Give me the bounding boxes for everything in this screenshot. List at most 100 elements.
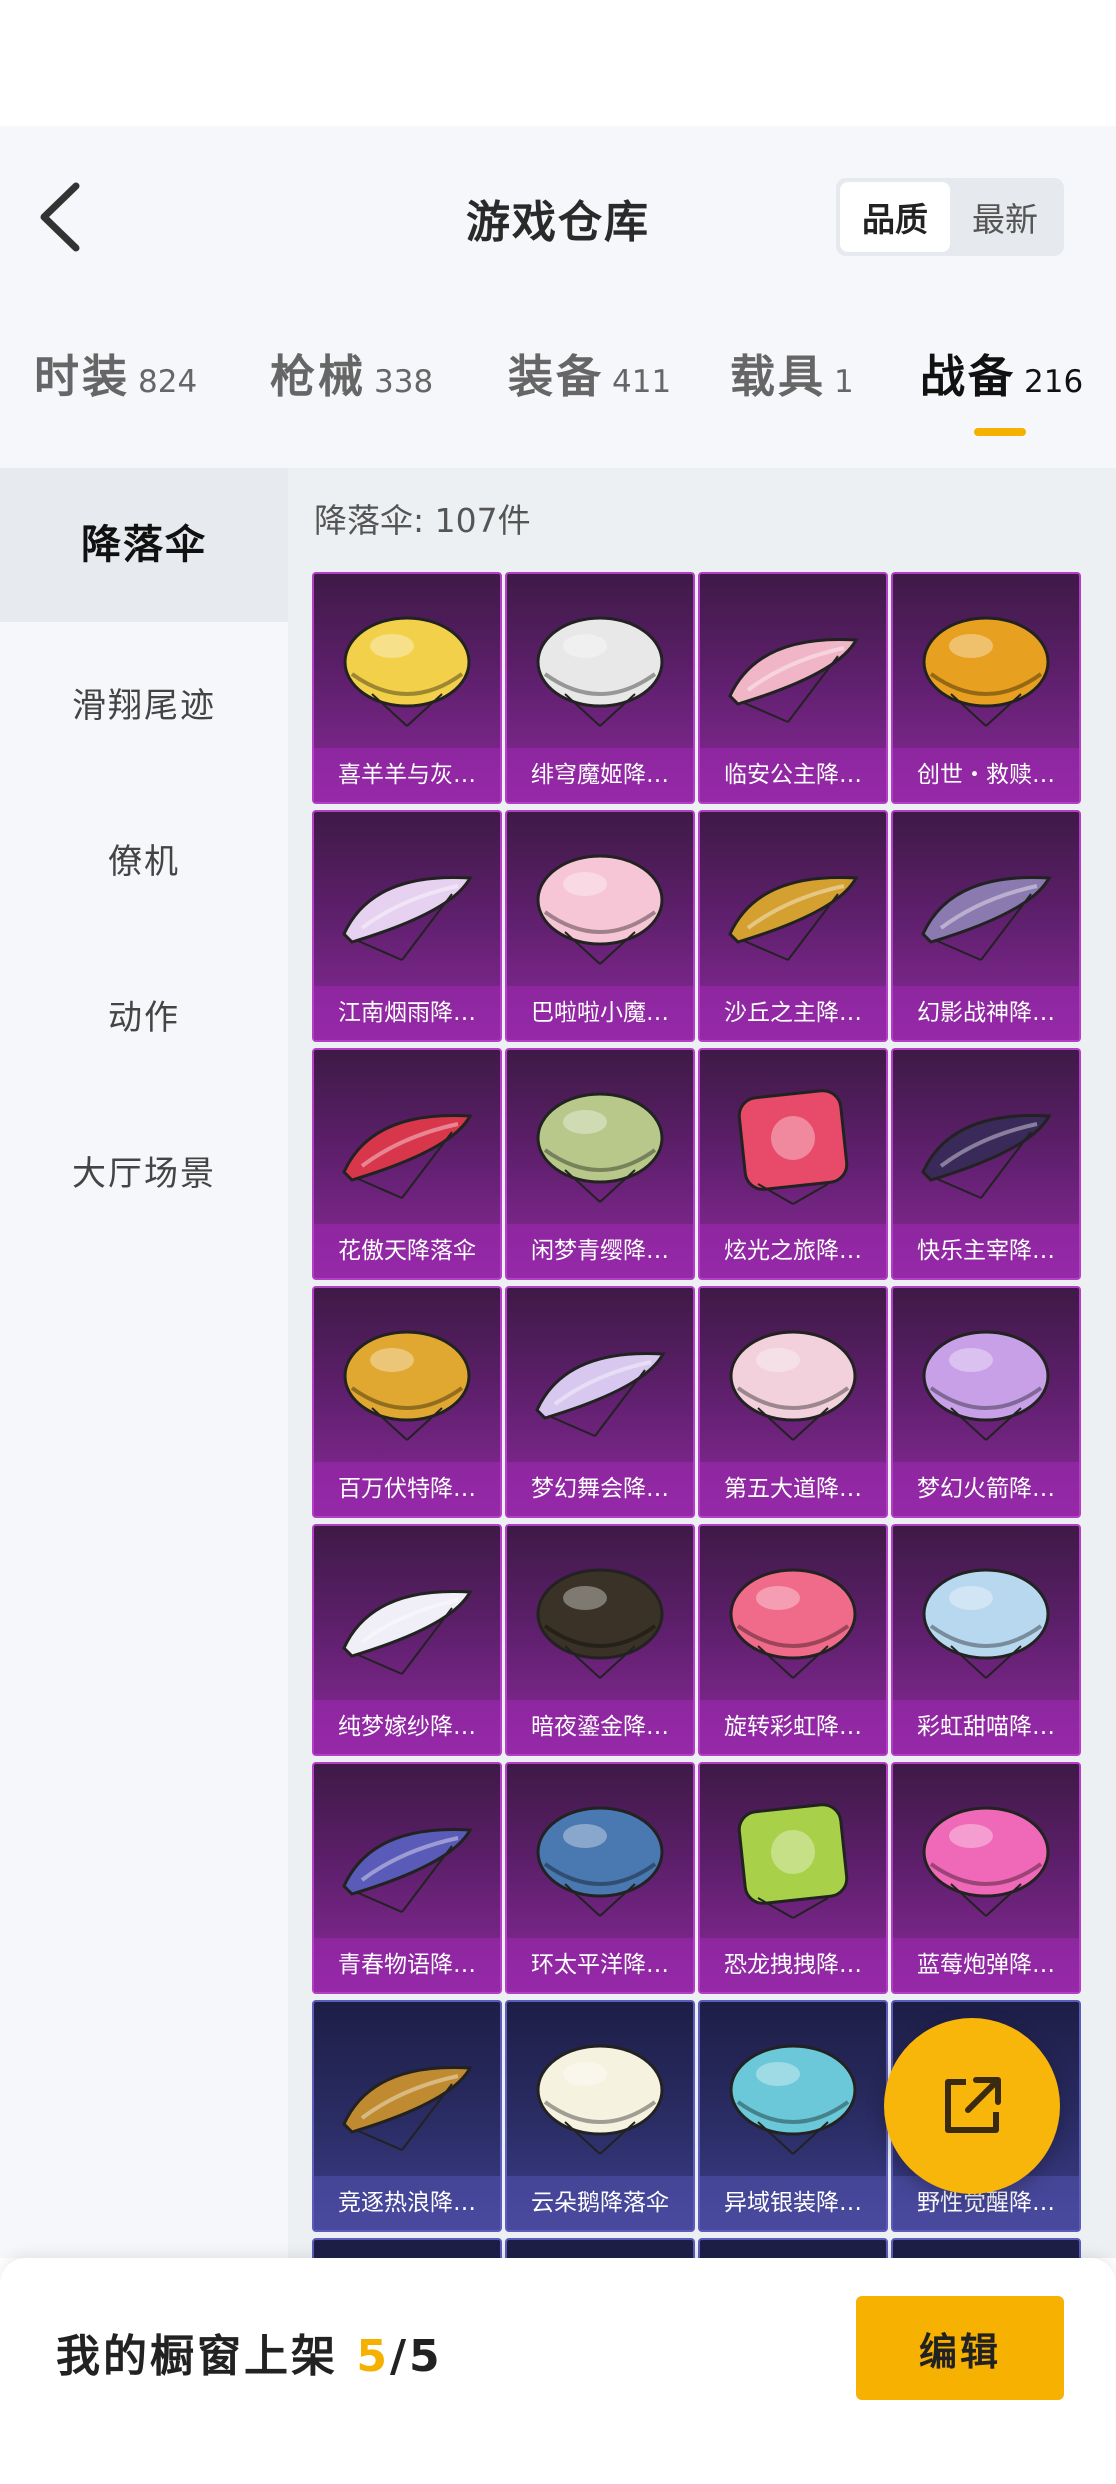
item-name: 临安公主降… bbox=[700, 748, 886, 802]
parachute-item[interactable]: 沙丘之主降… bbox=[698, 810, 888, 1042]
item-name: 恐龙拽拽降… bbox=[700, 1938, 886, 1992]
item-name: 梦幻舞会降… bbox=[507, 1462, 693, 1516]
showcase-current: 5 bbox=[356, 2331, 390, 2382]
parachute-icon bbox=[737, 1803, 849, 1919]
sidebar-item-emote[interactable]: 动作 bbox=[0, 990, 288, 1039]
parachute-item[interactable]: 创世・救赎… bbox=[891, 572, 1081, 804]
item-name: 异域银装降… bbox=[700, 2176, 886, 2230]
item-name: 蓝莓炮弹降… bbox=[893, 1938, 1079, 1992]
tab-label: 时装 bbox=[34, 350, 131, 403]
edit-button[interactable]: 编辑 bbox=[856, 2296, 1064, 2400]
parachute-icon bbox=[729, 1330, 857, 1441]
sort-newest-button[interactable]: 最新 bbox=[950, 182, 1060, 252]
parachute-icon bbox=[728, 875, 859, 961]
parachute-icon bbox=[922, 1330, 1050, 1441]
tab-count: 824 bbox=[138, 364, 198, 400]
item-name: 云朵鹅降落伞 bbox=[507, 2176, 693, 2230]
parachute-icon bbox=[728, 637, 859, 723]
item-name: 喜羊羊与灰… bbox=[314, 748, 500, 802]
tab-label: 装备 bbox=[508, 350, 605, 403]
tab-weapons[interactable]: 枪械 338 bbox=[270, 340, 433, 405]
parachute-item[interactable]: 云朵鹅降落伞 bbox=[505, 2000, 695, 2232]
item-name: 江南烟雨降… bbox=[314, 986, 500, 1040]
parachute-item[interactable]: 绯穹魔姬降… bbox=[505, 572, 695, 804]
item-name: 幻影战神降… bbox=[893, 986, 1079, 1040]
item-name: 纯梦嫁纱降… bbox=[314, 1700, 500, 1754]
sort-quality-button[interactable]: 品质 bbox=[840, 182, 950, 252]
parachute-icon bbox=[343, 616, 471, 727]
parachute-item[interactable]: 蓝莓炮弹降… bbox=[891, 1762, 1081, 1994]
parachute-item[interactable]: 旋转彩虹降… bbox=[698, 1524, 888, 1756]
parachute-item-partial[interactable] bbox=[505, 2238, 695, 2258]
parachute-item[interactable]: 第五大道降… bbox=[698, 1286, 888, 1518]
tab-count: 411 bbox=[612, 364, 672, 400]
parachute-icon bbox=[536, 2044, 664, 2155]
parachute-icon bbox=[342, 1827, 473, 1913]
showcase-label: 我的橱窗上架 bbox=[56, 2331, 338, 2382]
active-tab-indicator bbox=[974, 428, 1026, 436]
parachute-item[interactable]: 纯梦嫁纱降… bbox=[312, 1524, 502, 1756]
parachute-icon bbox=[922, 616, 1050, 727]
item-name: 暗夜鎏金降… bbox=[507, 1700, 693, 1754]
item-count-label: 降落伞: 107件 bbox=[314, 501, 531, 540]
item-name: 旋转彩虹降… bbox=[700, 1700, 886, 1754]
parachute-item[interactable]: 青春物语降… bbox=[312, 1762, 502, 1994]
parachute-item-partial[interactable] bbox=[891, 2238, 1081, 2258]
item-name: 第五大道降… bbox=[700, 1462, 886, 1516]
item-name: 创世・救赎… bbox=[893, 748, 1079, 802]
item-name: 炫光之旅降… bbox=[700, 1224, 886, 1278]
sidebar-item-glide-trail[interactable]: 滑翔尾迹 bbox=[0, 678, 288, 727]
item-name: 巴啦啦小魔… bbox=[507, 986, 693, 1040]
item-name: 竞逐热浪降… bbox=[314, 2176, 500, 2230]
parachute-item[interactable]: 巴啦啦小魔… bbox=[505, 810, 695, 1042]
parachute-icon bbox=[729, 1568, 857, 1679]
parachute-item[interactable]: 临安公主降… bbox=[698, 572, 888, 804]
parachute-item[interactable]: 彩虹甜喵降… bbox=[891, 1524, 1081, 1756]
parachute-item[interactable]: 梦幻火箭降… bbox=[891, 1286, 1081, 1518]
item-name: 花傲天降落伞 bbox=[314, 1224, 500, 1278]
parachute-icon bbox=[342, 1113, 473, 1199]
item-name: 绯穹魔姬降… bbox=[507, 748, 693, 802]
parachute-item[interactable]: 竞逐热浪降… bbox=[312, 2000, 502, 2232]
parachute-icon bbox=[536, 1092, 664, 1203]
parachute-icon bbox=[342, 875, 473, 961]
parachute-icon bbox=[921, 1113, 1052, 1199]
parachute-item[interactable]: 江南烟雨降… bbox=[312, 810, 502, 1042]
parachute-item[interactable]: 暗夜鎏金降… bbox=[505, 1524, 695, 1756]
parachute-icon bbox=[343, 1330, 471, 1441]
parachute-icon bbox=[921, 875, 1052, 961]
bottom-bar: 我的橱窗上架 5/5 编辑 bbox=[0, 2258, 1116, 2484]
sidebar-item-wingman[interactable]: 僚机 bbox=[0, 834, 288, 883]
parachute-item[interactable]: 喜羊羊与灰… bbox=[312, 572, 502, 804]
sidebar-item-lobby-scene[interactable]: 大厅场景 bbox=[0, 1146, 288, 1195]
item-name: 闲梦青缨降… bbox=[507, 1224, 693, 1278]
sidebar-item-parachute[interactable]: 降落伞 bbox=[0, 468, 288, 622]
tab-vehicles[interactable]: 载具 1 bbox=[730, 340, 854, 405]
parachute-item[interactable]: 花傲天降落伞 bbox=[312, 1048, 502, 1280]
share-button[interactable] bbox=[884, 2018, 1060, 2194]
tab-gear[interactable]: 战备 216 bbox=[920, 340, 1083, 405]
sidebar: 降落伞 滑翔尾迹 僚机 动作 大厅场景 bbox=[0, 468, 288, 2258]
parachute-item[interactable]: 炫光之旅降… bbox=[698, 1048, 888, 1280]
item-name: 环太平洋降… bbox=[507, 1938, 693, 1992]
tab-fashion[interactable]: 时装 824 bbox=[34, 340, 197, 405]
parachute-item[interactable]: 幻影战神降… bbox=[891, 810, 1081, 1042]
tab-equipment[interactable]: 装备 411 bbox=[508, 340, 671, 405]
showcase-status: 我的橱窗上架 5/5 bbox=[56, 2320, 443, 2384]
parachute-item[interactable]: 梦幻舞会降… bbox=[505, 1286, 695, 1518]
parachute-item[interactable]: 闲梦青缨降… bbox=[505, 1048, 695, 1280]
parachute-item-partial[interactable] bbox=[312, 2238, 502, 2258]
parachute-item-partial[interactable] bbox=[698, 2238, 888, 2258]
item-name: 青春物语降… bbox=[314, 1938, 500, 1992]
sort-toggle: 品质 最新 bbox=[836, 178, 1064, 256]
parachute-item[interactable]: 百万伏特降… bbox=[312, 1286, 502, 1518]
item-name: 快乐主宰降… bbox=[893, 1224, 1079, 1278]
parachute-item[interactable]: 环太平洋降… bbox=[505, 1762, 695, 1994]
parachute-item[interactable]: 快乐主宰降… bbox=[891, 1048, 1081, 1280]
external-link-icon bbox=[945, 2077, 1001, 2133]
parachute-icon bbox=[536, 1806, 664, 1917]
parachute-item[interactable]: 异域银装降… bbox=[698, 2000, 888, 2232]
tab-label: 战备 bbox=[920, 350, 1017, 403]
parachute-item[interactable]: 恐龙拽拽降… bbox=[698, 1762, 888, 1994]
item-name: 彩虹甜喵降… bbox=[893, 1700, 1079, 1754]
